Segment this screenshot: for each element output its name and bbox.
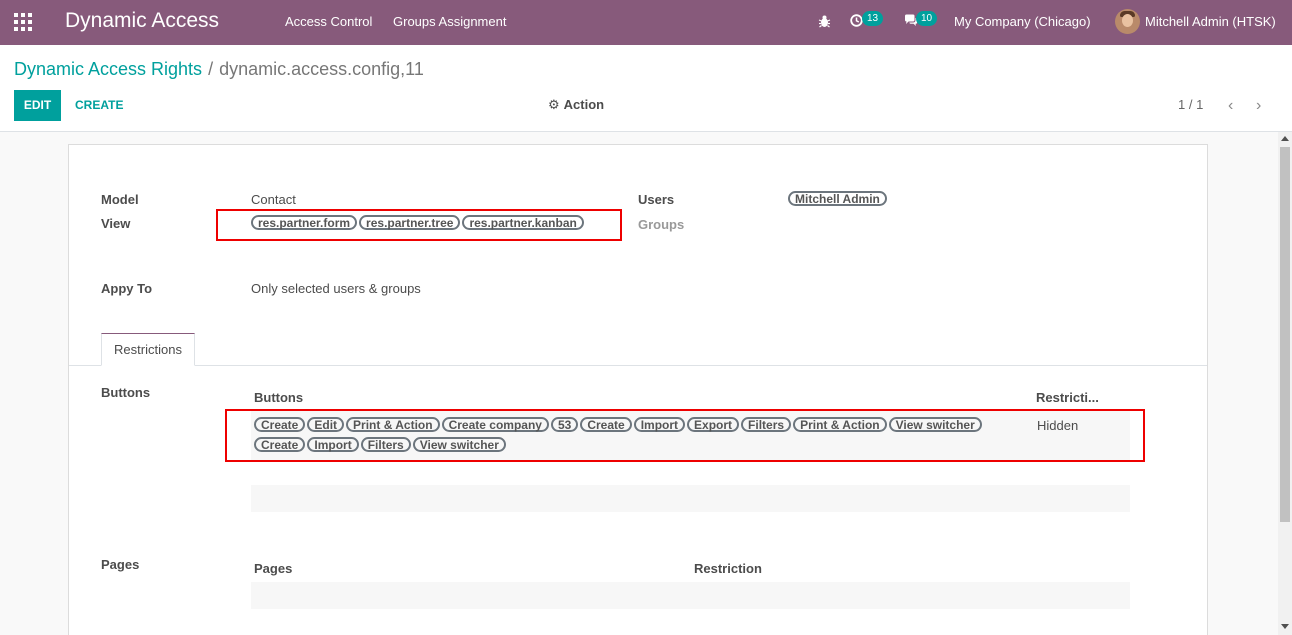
scroll-down-icon[interactable]	[1281, 624, 1289, 629]
activity-count-badge: 13	[862, 11, 884, 26]
gear-icon: ⚙	[548, 97, 560, 112]
users-label: Users	[638, 192, 675, 207]
user-menu[interactable]: Mitchell Admin (HTSK)	[1145, 14, 1276, 29]
company-switcher[interactable]: My Company (Chicago)	[954, 14, 1091, 29]
highlight-box-views	[216, 209, 622, 241]
view-label: View	[101, 216, 131, 231]
buttons-column-header[interactable]: Buttons	[254, 390, 303, 405]
activity-clock-icon[interactable]	[850, 14, 863, 27]
create-button[interactable]: CREATE	[75, 90, 123, 121]
model-value: Contact	[251, 192, 296, 207]
scroll-up-icon[interactable]	[1281, 136, 1289, 141]
message-count-badge: 10	[916, 11, 938, 26]
page-scrollbar[interactable]	[1278, 132, 1292, 635]
restriction-column-header[interactable]: Restricti...	[1036, 390, 1099, 405]
apply-to-value: Only selected users & groups	[251, 281, 421, 296]
apply-to-label: Appy To	[101, 281, 153, 296]
pager-value[interactable]: 1 / 1	[1178, 97, 1203, 112]
pages-column-header[interactable]: Pages	[254, 561, 292, 576]
edit-button[interactable]: EDIT	[14, 90, 61, 121]
action-menu-button[interactable]: ⚙ Action	[548, 97, 604, 113]
breadcrumb-parent-link[interactable]: Dynamic Access Rights	[14, 59, 202, 79]
control-panel: Dynamic Access Rights / dynamic.access.con…	[0, 45, 1292, 132]
tab-restrictions[interactable]: Restrictions	[101, 333, 195, 366]
tabs-divider	[69, 365, 1207, 366]
model-label: Model	[101, 192, 139, 207]
users-tags: Mitchell Admin	[788, 191, 889, 206]
pager-previous-icon[interactable]: ‹	[1228, 97, 1233, 115]
scrollbar-thumb[interactable]	[1280, 147, 1290, 522]
user-tag: Mitchell Admin	[788, 191, 887, 206]
apps-menu-icon[interactable]	[14, 13, 32, 31]
top-navbar: Dynamic Access Access Control Groups Ass…	[0, 0, 1292, 45]
menu-access-control[interactable]: Access Control	[285, 14, 372, 29]
breadcrumb-current: dynamic.access.config,11	[219, 59, 424, 79]
form-sheet: Model Contact View res.partner.form res.p…	[68, 144, 1208, 635]
user-avatar[interactable]	[1115, 9, 1140, 34]
buttons-section-label: Buttons	[101, 385, 151, 400]
pages-section-label: Pages	[101, 557, 140, 572]
highlight-box-buttons	[225, 409, 1145, 462]
bug-icon[interactable]	[818, 14, 831, 28]
groups-label: Groups	[638, 217, 685, 232]
breadcrumb-separator: /	[208, 59, 214, 79]
menu-groups-assignment[interactable]: Groups Assignment	[393, 14, 506, 29]
pager-next-icon[interactable]: ›	[1256, 97, 1261, 115]
pages-add-line-row[interactable]	[251, 582, 1130, 609]
add-line-row[interactable]	[251, 485, 1130, 512]
pages-restriction-column-header[interactable]: Restriction	[694, 561, 762, 576]
action-label: Action	[563, 97, 605, 112]
breadcrumb: Dynamic Access Rights / dynamic.access.con…	[14, 59, 424, 80]
app-title[interactable]: Dynamic Access	[65, 9, 219, 33]
